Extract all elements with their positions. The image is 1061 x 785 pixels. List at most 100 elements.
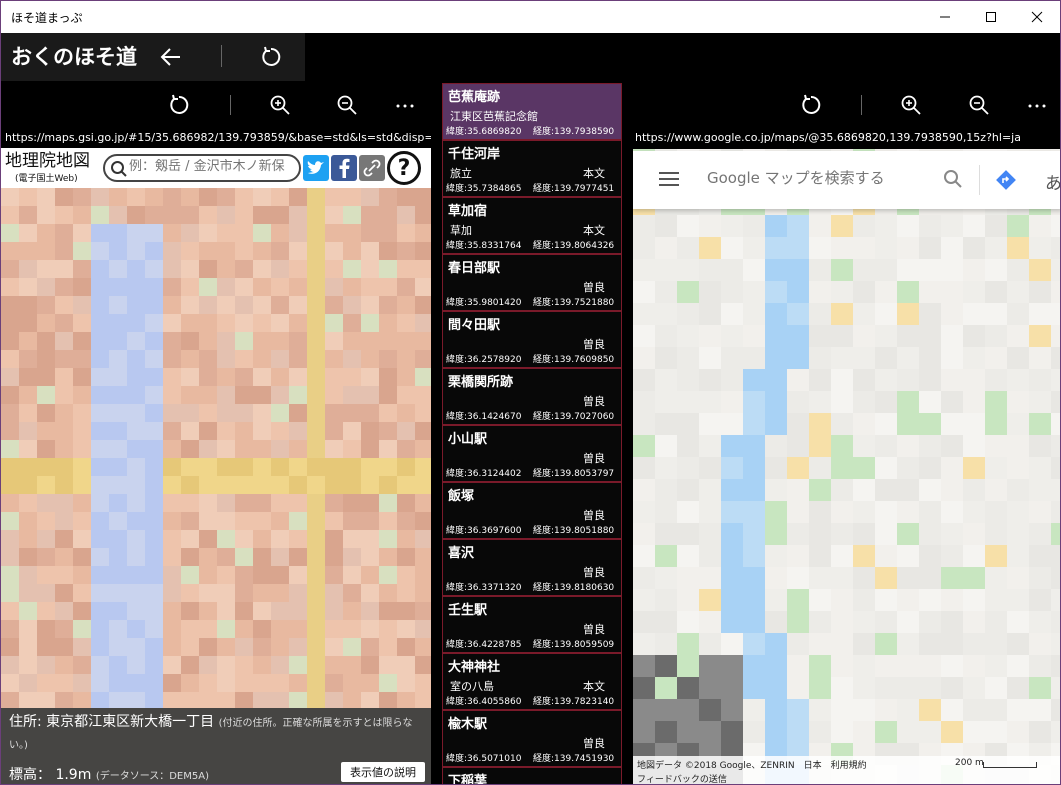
list-item-longitude: 経度:139.8180630 [533, 583, 615, 593]
list-item-longitude: 経度:139.7609850 [533, 355, 615, 365]
list-item-latitude: 緯度:36.3371320 [446, 583, 522, 593]
list-item-latitude: 緯度:35.8331764 [446, 241, 522, 251]
list-item-subtitle: 草加 [450, 224, 472, 237]
gsi-logo[interactable]: 地理院地図 [5, 152, 90, 170]
right-zoom-in-button[interactable] [893, 89, 929, 121]
explain-values-button[interactable]: 表示値の説明 [341, 762, 425, 782]
list-item[interactable]: 千住河岸 旅立 本文 緯度:35.7384865 経度:139.7977451 [442, 140, 622, 197]
google-search-bar[interactable]: あ [633, 151, 1060, 209]
list-item[interactable]: 栗橋関所跡 曽良 緯度:36.1424670 経度:139.7027060 [442, 368, 622, 425]
header-refresh-button[interactable] [253, 41, 289, 73]
google-panel: https://www.google.co.jp/maps/@35.686982… [631, 81, 1061, 785]
list-item[interactable]: 間々田駅 曽良 緯度:36.2578920 経度:139.7609850 [442, 311, 622, 368]
directions-icon[interactable] [995, 169, 1017, 191]
left-more-button[interactable] [387, 89, 423, 121]
google-url: https://www.google.co.jp/maps/@35.686982… [635, 131, 1021, 144]
location-list[interactable]: 芭蕉庵跡 江東区芭蕉記念館 緯度:35.6869820 経度:139.7938590 千… [431, 81, 631, 784]
facebook-button[interactable] [331, 155, 357, 181]
list-item-name: 飯塚 [448, 489, 475, 504]
list-item-longitude: 経度:139.7521880 [533, 298, 615, 308]
list-item-longitude: 経度:139.7977451 [533, 184, 615, 194]
list-item-latitude: 緯度:35.7384865 [446, 184, 522, 194]
right-refresh-button[interactable] [793, 89, 829, 121]
list-item-name: 千住河岸 [448, 147, 501, 162]
list-item-name: 草加宿 [448, 204, 488, 219]
more-icon [396, 104, 414, 108]
link-icon [363, 159, 381, 177]
address-value: 東京都江東区新大橋一丁目 [46, 714, 215, 730]
gsi-search-input[interactable] [129, 159, 297, 174]
list-item[interactable]: 楡木駅 曽良 緯度:36.5071010 経度:139.7451930 [442, 710, 622, 767]
gsi-web-view[interactable]: 地理院地図 (電子国土Web) ? [1, 148, 431, 784]
more-icon [1028, 104, 1046, 108]
app-window: ほそ道まっぷ おくのほそ道 https://maps.gsi.go.jp/#15… [0, 0, 1061, 785]
google-search-input[interactable] [707, 169, 927, 187]
list-item[interactable]: 小山駅 曽良 緯度:36.3124402 経度:139.8053797 [442, 425, 622, 482]
account-label[interactable]: あ [1045, 169, 1060, 194]
list-item[interactable]: 喜沢 曽良 緯度:36.3371320 経度:139.8180630 [442, 539, 622, 596]
elevation-value: 1.9m [55, 767, 92, 783]
list-item-longitude: 経度:139.7938590 [533, 127, 615, 137]
gsi-elevation: 標高： 1.9m (データソース：DEM5A) [9, 764, 209, 784]
list-item-name: 壬生駅 [448, 603, 488, 618]
gsi-search-box[interactable] [103, 154, 301, 182]
google-web-view[interactable]: あ 地図データ ©2018 Google、ZENRIN 日本 利用規約 フィード… [633, 149, 1061, 785]
list-item-longitude: 経度:139.8064326 [533, 241, 615, 251]
refresh-icon [262, 46, 281, 66]
list-item[interactable]: 下稲葉 [442, 767, 622, 784]
list-item[interactable]: 草加宿 草加 本文 緯度:35.8331764 経度:139.8064326 [442, 197, 622, 254]
hamburger-menu-icon[interactable] [659, 171, 679, 187]
list-item-tag: 曽良 [583, 338, 605, 351]
gsi-url: https://maps.gsi.go.jp/#15/35.686982/139… [5, 131, 431, 144]
list-item-longitude: 経度:139.7823140 [533, 697, 615, 707]
list-item-latitude: 緯度:36.3697600 [446, 526, 522, 536]
list-item-tag: 曽良 [583, 281, 605, 294]
list-item-subtitle: 江東区芭蕉記念館 [450, 110, 538, 123]
list-item-name: 喜沢 [448, 546, 475, 561]
list-item[interactable]: 芭蕉庵跡 江東区芭蕉記念館 緯度:35.6869820 経度:139.7938590 [442, 83, 622, 140]
arrow-left-icon [160, 48, 180, 66]
left-zoom-out-button[interactable] [329, 89, 365, 121]
right-more-button[interactable] [1019, 89, 1055, 121]
zoom-in-icon [901, 95, 921, 115]
gsi-map-canvas[interactable] [1, 188, 431, 708]
list-item-subtitle: 旅立 [450, 167, 472, 180]
list-item[interactable]: 壬生駅 曽良 緯度:36.4228785 経度:139.8059509 [442, 596, 622, 653]
search-icon [111, 161, 127, 177]
address-label: 住所: [9, 714, 42, 730]
list-item-tag: 曽良 [583, 452, 605, 465]
list-item-latitude: 緯度:36.5071010 [446, 754, 522, 764]
link-button[interactable] [359, 155, 385, 181]
maximize-button[interactable] [968, 1, 1014, 33]
list-item[interactable]: 大神神社 室の八島 本文 緯度:36.4055860 経度:139.7823140 [442, 653, 622, 710]
map-attribution[interactable]: 地図データ ©2018 Google、ZENRIN 日本 利用規約 [637, 758, 867, 771]
gsi-panel: https://maps.gsi.go.jp/#15/35.686982/139… [1, 81, 431, 784]
list-item-latitude: 緯度:36.4055860 [446, 697, 522, 707]
toolbar-separator [861, 95, 862, 115]
right-zoom-out-button[interactable] [961, 89, 997, 121]
feedback-link[interactable]: フィードバックの送信 [637, 772, 727, 784]
window-title: ほそ道まっぷ [11, 11, 83, 25]
minimize-button[interactable] [922, 1, 968, 33]
left-refresh-button[interactable] [161, 89, 197, 121]
list-item-tag: 曽良 [583, 395, 605, 408]
list-item[interactable]: 飯塚 曽良 緯度:36.3697600 経度:139.8051880 [442, 482, 622, 539]
twitter-button[interactable] [303, 155, 329, 181]
list-item[interactable]: 春日部駅 曽良 緯度:35.9801420 経度:139.7521880 [442, 254, 622, 311]
close-icon [1031, 11, 1043, 23]
right-toolbar [631, 81, 1060, 129]
list-item-longitude: 経度:139.7451930 [533, 754, 615, 764]
search-icon[interactable] [943, 169, 963, 189]
scale-bar [983, 762, 1037, 768]
list-item-longitude: 経度:139.7027060 [533, 412, 615, 422]
help-button[interactable]: ? [387, 151, 421, 185]
back-button[interactable] [153, 41, 189, 73]
google-map-canvas[interactable] [633, 149, 1061, 785]
google-map-footer: 地図データ ©2018 Google、ZENRIN 日本 利用規約 フィードバッ… [633, 756, 1060, 784]
close-button[interactable] [1014, 1, 1060, 33]
left-zoom-in-button[interactable] [262, 89, 298, 121]
toolbar-separator [230, 95, 231, 115]
list-item-tag: 本文 [583, 680, 605, 693]
elevation-source: (データソース：DEM5A) [95, 771, 209, 782]
elevation-label: 標高： [9, 767, 51, 783]
